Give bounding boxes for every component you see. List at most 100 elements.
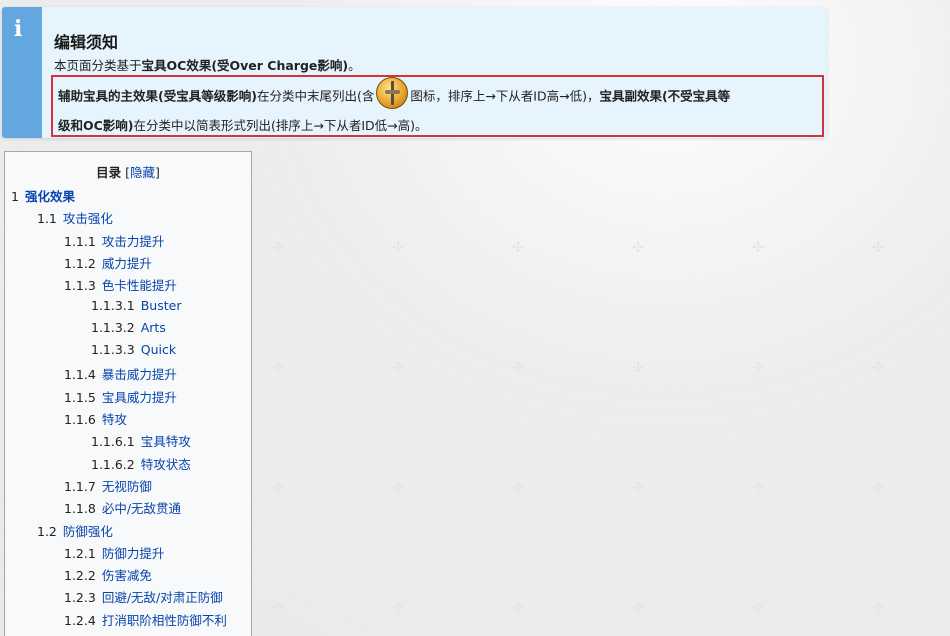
toc-item[interactable]: 1.1.1 攻击力提升 <box>64 231 164 250</box>
toc-item-label[interactable]: 强化效果 <box>25 189 75 204</box>
toc-item-number: 1.1.6.2 <box>91 456 135 472</box>
toc-item-number: 1.2 <box>37 523 57 539</box>
toc-item[interactable]: 1.1.6 特攻 <box>64 409 127 428</box>
toc-item[interactable]: 1.1 攻击强化 <box>37 208 113 227</box>
texture-mark-icon: ✣ <box>512 360 524 376</box>
texture-mark-icon: ✣ <box>392 480 404 496</box>
toc-item-number: 1.2.3 <box>64 590 96 606</box>
toc-item[interactable]: 1.1.3.3 Quick <box>91 342 176 357</box>
info-icon: i <box>14 16 23 42</box>
highlight-text-3: 在分类中以简表形式列出(排序上→下从者ID低→高)。 <box>133 118 428 133</box>
highlight-row-2: 级和OC影响)在分类中以简表形式列出(排序上→下从者ID低→高)。 <box>58 115 428 134</box>
texture-mark-icon: ✣ <box>872 600 884 616</box>
toc-title: 目录 <box>96 165 122 180</box>
texture-mark-icon: ✣ <box>272 240 284 256</box>
texture-mark-icon: ✣ <box>872 360 884 376</box>
toc-item-label[interactable]: 必中/无敌贯通 <box>102 501 181 516</box>
toc-item-number: 1.1.3.2 <box>91 319 135 335</box>
toc-item-number: 1.1 <box>37 211 57 227</box>
texture-mark-icon: ✣ <box>272 600 284 616</box>
toc-item-label[interactable]: 攻击强化 <box>63 211 113 226</box>
notice-line1-bold: 宝具OC效果(受Over Charge影响) <box>141 58 349 73</box>
notice-line1-suffix: 。 <box>348 58 361 73</box>
toc-item-label[interactable]: 防御强化 <box>63 524 113 539</box>
texture-mark-icon: ✣ <box>632 240 644 256</box>
texture-mark-icon: ✣ <box>632 480 644 496</box>
texture-mark-icon: ✣ <box>752 480 764 496</box>
texture-mark-icon: ✣ <box>392 360 404 376</box>
toc-item[interactable]: 1.3暴击星/星量增加 <box>37 632 155 636</box>
highlight-bold-1: 辅助宝具的主效果(受宝具等级影响) <box>58 88 257 104</box>
toc-item[interactable]: 1 强化效果 <box>11 186 75 205</box>
toc-item-label[interactable]: 攻击力提升 <box>102 234 165 249</box>
toc-item-label[interactable]: 色卡性能提升 <box>102 278 177 293</box>
toc-item-number: 1.1.6 <box>64 412 96 427</box>
toc-item[interactable]: 1.1.5 宝具威力提升 <box>64 387 177 406</box>
texture-mark-icon: ✣ <box>872 480 884 496</box>
toc-item-number: 1.1.3.1 <box>91 297 135 313</box>
texture-mark-icon: ✣ <box>632 360 644 376</box>
toc-item[interactable]: 1.2.2 伤害减免 <box>64 565 152 584</box>
toc-item[interactable]: 1.1.3 色卡性能提升 <box>64 275 177 294</box>
toc-item-number: 1.1.3.3 <box>91 342 135 358</box>
toc-item-label[interactable]: 伤害减免 <box>102 568 152 583</box>
notice-line1-prefix: 本页面分类基于 <box>54 58 142 73</box>
notice-title: 编辑须知 <box>54 33 119 52</box>
texture-mark-icon: ✣ <box>752 600 764 616</box>
toc-item-label[interactable]: 回避/无敌/对肃正防御 <box>102 590 223 605</box>
texture-mark-icon: ✣ <box>632 600 644 616</box>
toc-item[interactable]: 1.2.1 防御力提升 <box>64 543 164 562</box>
highlight-text-2: 图标，排序上→下从者ID高→低)， <box>410 88 600 104</box>
highlight-box: 辅助宝具的主效果(受宝具等级影响)在分类中末尾列出(含 图标，排序上→下从者ID高… <box>51 75 824 137</box>
toc-item[interactable]: 1.2.3 回避/无敌/对肃正防御 <box>64 587 223 606</box>
texture-mark-icon: ✣ <box>872 240 884 256</box>
toc-item-number: 1 <box>11 189 19 204</box>
highlight-row-1: 辅助宝具的主效果(受宝具等级影响)在分类中末尾列出(含 图标，排序上→下从者ID高… <box>58 77 730 109</box>
toc-item-label[interactable]: 威力提升 <box>102 256 152 271</box>
toc-item-number: 1.1.6.1 <box>91 434 135 450</box>
toc-item[interactable]: 1.1.6.2 特攻状态 <box>91 454 191 473</box>
toc-item[interactable]: 1.1.2 威力提升 <box>64 253 152 272</box>
texture-mark-icon: ✣ <box>512 480 524 496</box>
toc-item-number: 1.2.1 <box>64 545 96 561</box>
toc-item[interactable]: 1.1.3.2 Arts <box>91 320 166 335</box>
toc-item[interactable]: 1.1.3.1 Buster <box>91 298 181 313</box>
toc-toggle[interactable]: [隐藏] <box>125 165 160 180</box>
editing-notice-box: i 编辑须知 本页面分类基于宝具OC效果(受Over Charge影响)。 辅助… <box>2 7 827 138</box>
toc-item-number: 1.1.7 <box>64 478 96 494</box>
toc-item-number: 1.1.8 <box>64 501 96 517</box>
toc-item-label[interactable]: 无视防御 <box>102 479 152 494</box>
toc-item-label[interactable]: Arts <box>141 320 166 335</box>
toc-item-number: 1.1.5 <box>64 389 96 405</box>
toc-item-number: 1.2.2 <box>64 568 96 584</box>
toc-item-number: 1.1.2 <box>64 255 96 271</box>
toc-header: 目录 [隐藏] <box>5 162 251 181</box>
toc-item-label[interactable]: 宝具特攻 <box>141 434 191 449</box>
toc-item[interactable]: 1.2 防御强化 <box>37 521 113 540</box>
texture-mark-icon: ✣ <box>392 240 404 256</box>
toc-item-label[interactable]: Buster <box>141 298 182 313</box>
toc-item-label[interactable]: 特攻 <box>102 412 127 427</box>
toc-item[interactable]: 1.2.4 打消职阶相性防御不利 <box>64 610 227 629</box>
toc-hide-link[interactable]: 隐藏 <box>130 165 155 180</box>
toc-item-label[interactable]: 防御力提升 <box>102 546 165 561</box>
noble-phantasm-support-icon <box>376 77 409 109</box>
texture-mark-icon: ✣ <box>272 360 284 376</box>
toc-item-label[interactable]: Quick <box>141 342 176 357</box>
toc-item-label[interactable]: 打消职阶相性防御不利 <box>102 613 227 628</box>
table-of-contents: 目录 [隐藏] 1 强化效果 1.1 攻击强化 1.1.1 攻击力提升 1.1.2 威力提升 1… <box>4 151 252 636</box>
toc-item-number: 1.1.1 <box>64 233 96 249</box>
highlight-bold-3: 级和OC影响) <box>58 118 134 133</box>
notice-line1: 本页面分类基于宝具OC效果(受Over Charge影响)。 <box>54 55 361 74</box>
toc-item[interactable]: 1.1.4 暴击威力提升 <box>64 364 177 383</box>
toc-item-label[interactable]: 宝具威力提升 <box>102 390 177 405</box>
highlight-text-1: 在分类中末尾列出(含 <box>256 88 375 104</box>
toc-item-label[interactable]: 特攻状态 <box>141 457 191 472</box>
toc-item[interactable]: 1.1.6.1 宝具特攻 <box>91 431 191 450</box>
texture-mark-icon: ✣ <box>272 480 284 496</box>
toc-item-label[interactable]: 暴击威力提升 <box>102 367 177 382</box>
toc-item-number: 1.1.3 <box>64 278 96 294</box>
notice-stripe: i <box>2 7 42 138</box>
toc-item[interactable]: 1.1.8 必中/无敌贯通 <box>64 498 181 517</box>
toc-item[interactable]: 1.1.7 无视防御 <box>64 476 152 495</box>
